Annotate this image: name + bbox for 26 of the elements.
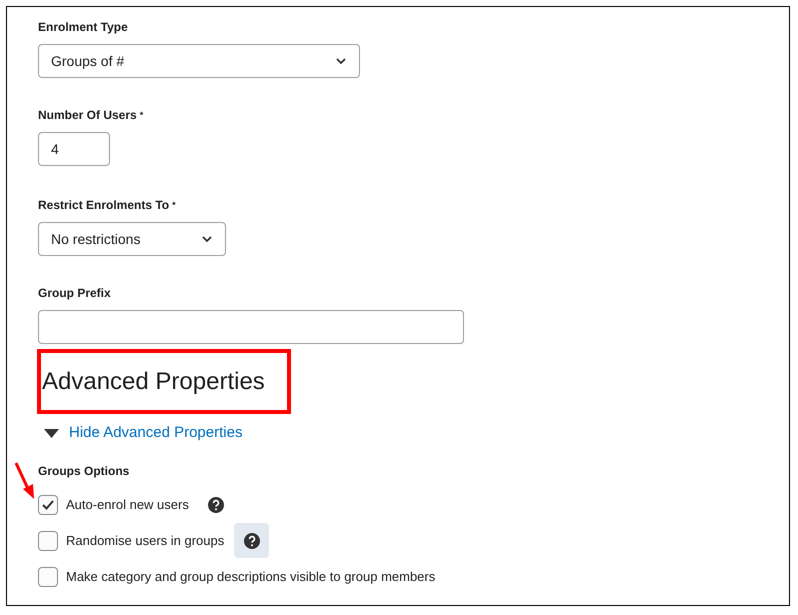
required-mark: * [172,200,176,210]
checkbox[interactable] [38,494,58,514]
chevron-down-icon [335,57,347,65]
help-icon [244,532,260,548]
checkbox-label: Auto-enrol new users [66,496,189,514]
dropdown[interactable]: Groups of # [38,44,360,78]
checkbox[interactable] [38,566,58,586]
section-heading: Advanced Properties [42,366,265,396]
help-icon [208,496,224,512]
required-mark: * [140,110,144,120]
checkbox-label: Make category and group descriptions visible to group members [66,568,436,586]
group-label: Groups Options [38,462,130,478]
field-label: Enrolment Type [38,20,128,34]
checkbox[interactable] [38,530,58,550]
input-field[interactable] [38,310,464,344]
chevron-down-icon [201,235,213,243]
field-label: Restrict Enrolments To [38,198,170,212]
field-label: Group Prefix [38,286,111,300]
checkbox-label: Randomise users in groups [66,532,224,550]
help-button[interactable] [234,523,270,558]
caret-down-icon [44,428,59,438]
field-label: Number Of Users [38,108,137,122]
dropdown[interactable]: No restrictions [38,222,226,256]
hide-advanced-link[interactable]: Hide Advanced Properties [44,422,242,444]
checkmark-icon [42,500,54,510]
input-field[interactable]: 4 [38,132,110,166]
